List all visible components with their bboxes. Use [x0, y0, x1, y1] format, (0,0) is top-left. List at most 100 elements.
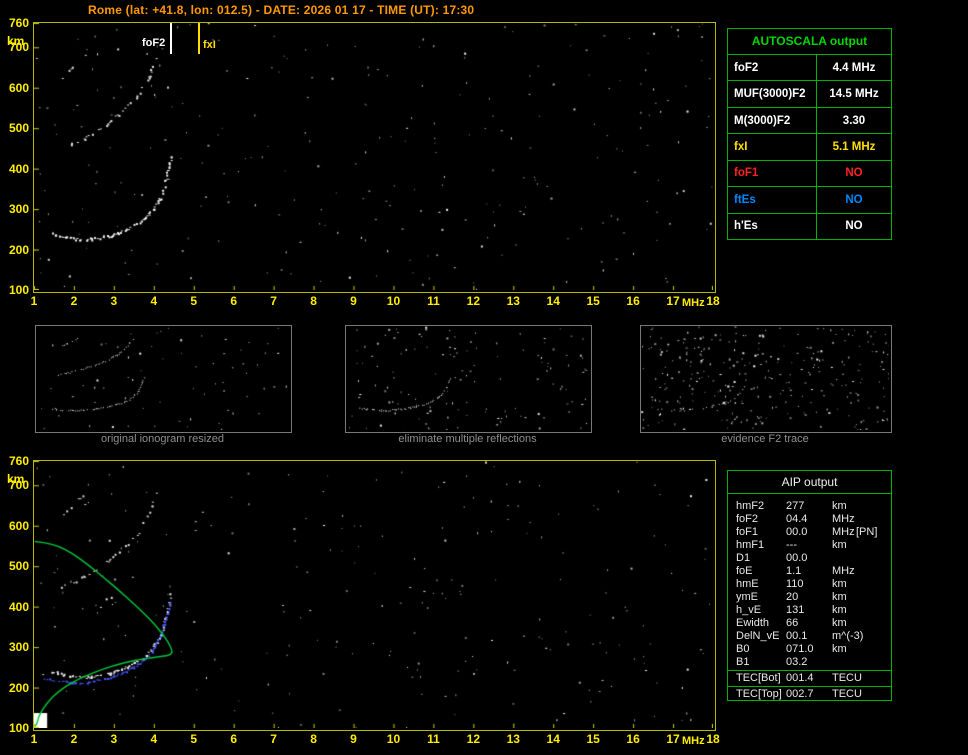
y-axis-label-top-760: 760 — [8, 16, 29, 30]
aip-unit-TEC[Top]: TECU — [832, 688, 862, 700]
x-axis-label-bottom-11: 11 — [427, 732, 440, 746]
aip-param-foE: foE — [736, 565, 753, 577]
thumbnail-caption-evidence: evidence F2 trace — [721, 433, 809, 445]
aip-param-TEC[Top]: TEC[Top] — [736, 688, 782, 700]
aip-row-foE: foE 1.1 MHz — [728, 565, 891, 578]
x-axis-label-bottom-3: 3 — [110, 732, 118, 746]
aip-value-B1: 03.2 — [786, 656, 808, 668]
y-axis-label-bottom-200: 200 — [8, 680, 29, 695]
aip-param-D1: D1 — [736, 552, 751, 564]
aip-param-B1: B1 — [736, 656, 750, 668]
aip-param-ymE: ymE — [736, 591, 758, 603]
aip-row-foF2: foF2 04.4 MHz — [728, 513, 891, 526]
thumbnail-evidence-f2-canvas — [641, 326, 889, 430]
aip-param-foF1: foF1 — [736, 526, 759, 538]
aip-param-B0: B0 — [736, 643, 750, 655]
autoscala-app-window: Rome (lat: +41.8, lon: 012.5) - DATE: 20… — [0, 0, 968, 755]
autoscala-value-MUF(3000)F2: 14.5 MHz — [829, 88, 879, 101]
y-axis-label-top-500: 500 — [8, 121, 29, 136]
scaled-ionogram-plot — [33, 22, 716, 293]
y-axis-label-top-600: 600 — [8, 80, 29, 95]
x-axis-label-bottom-14: 14 — [546, 732, 560, 746]
aip-value-hmE: 110 — [786, 578, 804, 590]
aip-value-TEC[Top]: 002.7 — [786, 688, 814, 700]
x-axis-label-bottom-4: 4 — [150, 732, 158, 746]
thumbnail-eliminate-reflections-canvas — [346, 326, 589, 430]
aip-param-TEC[Bot]: TEC[Bot] — [736, 672, 781, 684]
marker-line-fxI — [198, 23, 200, 54]
x-axis-label-bottom-16: 16 — [626, 732, 640, 746]
x-axis-label-top-3: 3 — [110, 294, 118, 308]
x-axis-label-top-15: 15 — [586, 294, 600, 308]
x-axis-label-bottom-9: 9 — [350, 732, 357, 746]
x-axis-label-bottom-5: 5 — [190, 732, 198, 746]
x-axis-label-bottom-6: 6 — [230, 732, 238, 746]
y-axis-label-bottom-500: 500 — [8, 559, 29, 574]
autoscala-value-M(3000)F2: 3.30 — [842, 114, 866, 127]
y-axis-unit-bottom: km — [7, 472, 25, 486]
aip-unit-h_vE: km — [832, 604, 847, 616]
autoscala-table-rows: foF2 4.4 MHz MUF(3000)F2 14.5 MHz M(3000)F2 3… — [728, 55, 891, 239]
x-axis-unit-bottom: MHz — [682, 735, 705, 747]
aip-param-foF2: foF2 — [736, 513, 759, 525]
aip-row-hmE: hmE 110 km — [728, 578, 891, 591]
y-axis-label-bottom-300: 300 — [8, 640, 29, 655]
aip-unit-TEC[Bot]: TECU — [832, 672, 862, 684]
aip-unit-hmF1: km — [832, 539, 847, 551]
x-axis-label-bottom-18: 18 — [706, 732, 720, 746]
autoscala-row-ftEs: ftEs NO — [728, 187, 891, 214]
aip-separator — [728, 670, 891, 671]
autoscala-value-foF1: NO — [845, 167, 863, 180]
aip-unit-DelN_vE: m^(-3) — [832, 630, 864, 642]
thumbnail-original-ionogram-canvas — [36, 326, 289, 430]
autoscala-row-h'Es: h'Es NO — [728, 213, 891, 239]
autoscala-output-table: AUTOSCALA output foF2 4.4 MHz MUF(3000)F2 1… — [727, 28, 892, 240]
x-axis-label-top-17: 17 — [666, 294, 680, 308]
aip-row-ymE: ymE 20 km — [728, 591, 891, 604]
aip-value-foF1: 00.0 — [786, 526, 808, 538]
aip-unit-B0: km — [832, 643, 847, 655]
profile-ionogram-plot — [33, 460, 716, 731]
x-axis-label-top-5: 5 — [190, 294, 198, 308]
aip-output-table: AIP output hmF2 277 km foF2 04.4 MHz foF1 00.0 M… — [727, 470, 892, 701]
aip-unit-hmF2: km — [832, 500, 847, 512]
x-axis-label-bottom-13: 13 — [506, 732, 520, 746]
autoscala-row-MUF(3000)F2: MUF(3000)F2 14.5 MHz — [728, 81, 891, 108]
x-axis-label-top-13: 13 — [506, 294, 520, 308]
marker-line-foF2 — [170, 23, 172, 54]
aip-param-h_vE: h_vE — [736, 604, 762, 616]
autoscala-param-MUF(3000)F2: MUF(3000)F2 — [728, 81, 817, 107]
aip-unit-ymE: km — [832, 591, 847, 603]
aip-table-title: AIP output — [728, 471, 891, 494]
x-axis-label-bottom-2: 2 — [70, 732, 78, 746]
x-axis-label-top-9: 9 — [350, 294, 357, 308]
x-axis-label-top-16: 16 — [626, 294, 640, 308]
x-axis-label-bottom-15: 15 — [586, 732, 600, 746]
aip-value-hmF1: --- — [786, 539, 797, 551]
aip-row-B1: B1 03.2 — [728, 656, 891, 669]
autoscala-value-h'Es: NO — [845, 220, 863, 233]
aip-value-TEC[Bot]: 001.4 — [786, 672, 814, 684]
x-axis-label-top-6: 6 — [230, 294, 238, 308]
x-axis-label-top-12: 12 — [466, 294, 481, 308]
aip-row-h_vE: h_vE 131 km — [728, 604, 891, 617]
x-axis-label-bottom-1: 1 — [30, 732, 38, 746]
aip-separator — [728, 686, 891, 687]
aip-value-ymE: 20 — [786, 591, 799, 603]
aip-value-Ewidth: 66 — [786, 617, 799, 629]
y-axis-label-top-300: 300 — [8, 202, 29, 217]
thumbnail-original-ionogram — [35, 325, 292, 433]
autoscala-row-fxI: fxI 5.1 MHz — [728, 134, 891, 161]
aip-unit-foE: MHz — [832, 565, 855, 577]
y-axis-label-top-200: 200 — [8, 242, 29, 257]
aip-value-D1: 00.0 — [786, 552, 808, 564]
y-axis-label-bottom-600: 600 — [8, 518, 29, 533]
aip-row-D1: D1 00.0 — [728, 552, 891, 565]
aip-row-hmF2: hmF2 277 km — [728, 500, 891, 513]
autoscala-row-foF1: foF1 NO — [728, 160, 891, 188]
thumbnail-caption-original: original ionogram resized — [101, 433, 224, 445]
autoscala-table-title: AUTOSCALA output — [728, 29, 891, 55]
x-axis-label-bottom-10: 10 — [386, 732, 401, 746]
aip-row-Ewidth: Ewidth 66 km — [728, 617, 891, 630]
aip-unit-hmE: km — [832, 578, 847, 590]
